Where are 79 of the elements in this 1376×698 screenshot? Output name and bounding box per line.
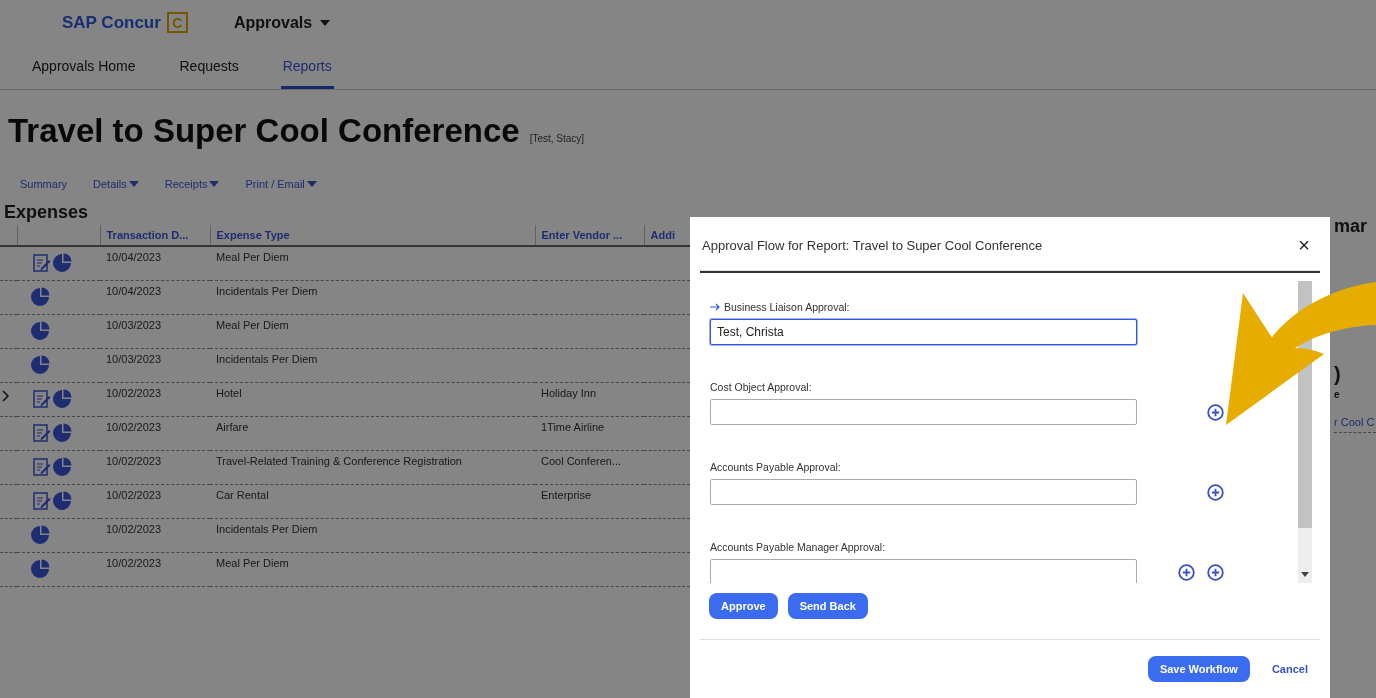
expense-type-cell: Meal Per Diem (210, 552, 535, 587)
report-owner: [Test, Stacy] (529, 133, 585, 146)
nav-tab[interactable]: Requests (177, 45, 241, 89)
expense-type-cell: Airfare (210, 416, 535, 451)
date-cell: 10/02/2023 (100, 450, 210, 485)
dialog-title: Approval Flow for Report: Travel to Super Cool Conference (702, 237, 1043, 253)
scroll-down-icon[interactable] (1301, 572, 1309, 577)
nav-tab[interactable]: Approvals Home (30, 45, 138, 89)
add-icon[interactable] (1207, 563, 1224, 581)
date-cell: 10/02/2023 (100, 518, 210, 553)
step-label: Cost Object Approval: (710, 381, 813, 393)
expense-type-cell: Incidentals Per Diem (210, 348, 535, 383)
receipt-edit-icon (33, 253, 51, 273)
report-link[interactable]: r Cool C (1334, 416, 1376, 433)
add-icon[interactable] (1207, 483, 1224, 501)
date-cell: 10/04/2023 (100, 246, 210, 281)
column-header[interactable]: Enter Vendor ... (535, 225, 644, 246)
expense-type-cell: Incidentals Per Diem (210, 280, 535, 315)
pie-chart-icon (30, 525, 50, 545)
add-icon[interactable] (1207, 403, 1224, 421)
caret-icon (128, 181, 139, 187)
save-workflow-button[interactable]: Save Workflow (1147, 656, 1250, 682)
date-cell: 10/03/2023 (100, 314, 210, 349)
step-label: Business Liaison Approval: (710, 301, 1298, 313)
expense-type-cell: Travel-Related Training & Conference Registration (210, 450, 535, 485)
receipt-edit-icon (33, 491, 51, 511)
vendor-cell: Enterprise (535, 484, 644, 519)
approver-field[interactable] (710, 559, 1137, 583)
brand-logo[interactable]: C (166, 12, 188, 33)
add-icon[interactable] (1178, 563, 1195, 581)
pie-chart-icon (30, 321, 50, 341)
caret-icon (306, 181, 317, 187)
vendor-cell: 1Time Airline (535, 416, 644, 451)
date-cell: 10/02/2023 (100, 552, 210, 587)
expense-type-cell: Car Rental (210, 484, 535, 519)
report-menu-link[interactable]: Summary (20, 178, 68, 190)
pie-chart-icon (30, 287, 50, 307)
date-cell: 10/02/2023 (100, 416, 210, 451)
caret-icon (320, 19, 331, 26)
date-cell: 10/04/2023 (100, 280, 210, 315)
approver-field[interactable]: Test, Christa (710, 319, 1137, 345)
module-menu[interactable]: Approvals (233, 13, 331, 32)
expense-type-cell: Hotel (210, 382, 535, 417)
report-menu-link[interactable]: Receipts (164, 178, 220, 190)
cancel-link[interactable]: Cancel (1271, 663, 1308, 675)
report-menu-link[interactable]: Details (93, 178, 139, 190)
summary-heading: mar (1334, 216, 1369, 237)
receipt-edit-icon (33, 457, 51, 477)
pie-chart-icon (30, 559, 50, 579)
date-cell: 10/03/2023 (100, 348, 210, 383)
current-row-chevron-icon (2, 390, 10, 402)
summary-caption: e (1334, 389, 1341, 400)
date-cell: 10/02/2023 (100, 382, 210, 417)
section-heading: Expenses (4, 202, 90, 223)
column-header[interactable]: Expense Type (210, 225, 535, 246)
pie-chart-icon (30, 355, 50, 375)
nav-tab[interactable]: Reports (280, 45, 334, 89)
close-button[interactable]: × (1290, 235, 1318, 255)
expense-type-cell: Meal Per Diem (210, 246, 535, 281)
summary-amount: ) (1334, 363, 1342, 385)
column-header[interactable]: Transaction D... (100, 225, 210, 246)
arrow-right-icon (710, 303, 720, 311)
receipt-edit-icon (33, 423, 51, 443)
receipt-edit-icon (33, 389, 51, 409)
expense-type-cell: Incidentals Per Diem (210, 518, 535, 553)
report-title: Travel to Super Cool Conference (8, 112, 520, 150)
step-label: Accounts Payable Approval: (710, 461, 842, 473)
action-button[interactable]: Approve (709, 593, 778, 619)
vendor-cell: Cool Conferen... (535, 450, 644, 485)
date-cell: 10/02/2023 (100, 484, 210, 519)
step-label: Accounts Payable Manager Approval: (710, 541, 887, 553)
approver-field[interactable] (710, 479, 1137, 505)
caret-icon (209, 181, 220, 187)
vendor-cell: Holiday Inn (535, 382, 644, 417)
action-button[interactable]: Send Back (787, 593, 868, 619)
approver-field[interactable] (710, 399, 1137, 425)
expense-type-cell: Meal Per Diem (210, 314, 535, 349)
report-menu-link[interactable]: Print / Email (245, 178, 317, 190)
brand-name[interactable]: SAP Concur (62, 12, 161, 33)
